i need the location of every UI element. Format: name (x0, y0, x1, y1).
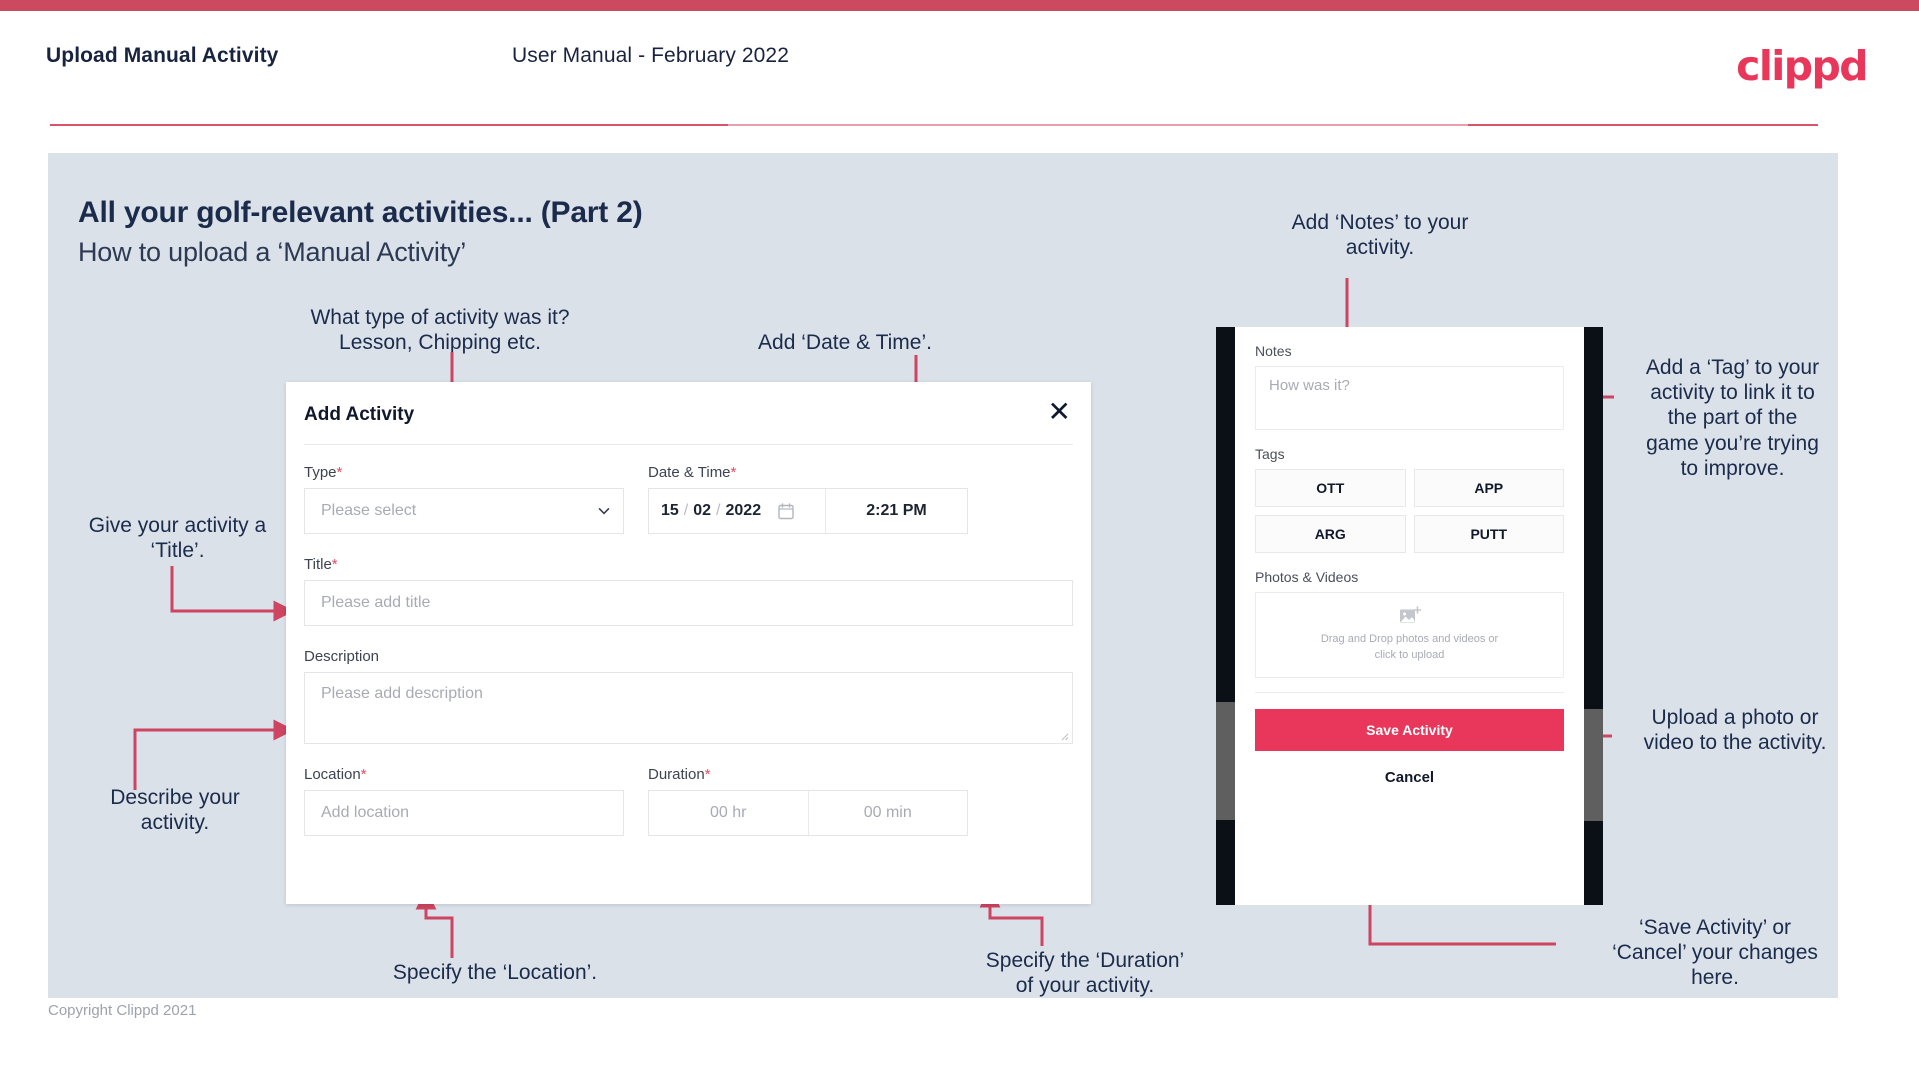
phone-notes-label: Notes (1255, 343, 1292, 359)
dialog-title: Add Activity (304, 404, 415, 425)
date-year[interactable]: 2022 (726, 502, 762, 520)
phone-button-left (1216, 702, 1235, 820)
field-description: Description Please add description (304, 648, 1073, 744)
required-marker-type: * (336, 464, 343, 481)
annotation-tags: Add a ‘Tag’ to your activity to link it … (1645, 356, 1820, 480)
phone-mockup: Notes How was it? Tags OTT APP ARG PUTT … (1216, 327, 1603, 905)
add-image-icon (1399, 606, 1421, 623)
field-type: Type* Please select (304, 464, 624, 534)
duration-control[interactable]: 00 hr 00 min (648, 790, 968, 836)
header-divider-light (728, 124, 1468, 126)
label-text-duration: Duration (648, 766, 705, 783)
add-activity-dialog: Add Activity ✕ Type* Please select Date … (286, 382, 1091, 904)
row-type-datetime: Type* Please select Date & Time* 15 / 02… (304, 464, 1073, 534)
dialog-header: Add Activity ✕ (286, 382, 1091, 444)
duration-minutes-input[interactable]: 00 min (807, 791, 968, 835)
phone-screen: Notes How was it? Tags OTT APP ARG PUTT … (1235, 327, 1584, 905)
label-text-location: Location (304, 766, 361, 783)
close-icon[interactable]: ✕ (1048, 398, 1071, 426)
annotation-datetime: Add ‘Date & Time’. (758, 331, 932, 354)
tag-button-arg[interactable]: ARG (1255, 515, 1406, 553)
required-marker-title: * (331, 556, 338, 573)
photo-dropzone[interactable]: Drag and Drop photos and videos or click… (1255, 592, 1564, 678)
tag-button-putt[interactable]: PUTT (1413, 515, 1564, 553)
annotation-type: What type of activity was it? Lesson, Ch… (310, 306, 570, 355)
slide-title: All your golf-relevant activities... (Pa… (78, 196, 643, 229)
phone-tags-label: Tags (1255, 446, 1285, 462)
required-marker-duration: * (704, 766, 711, 783)
cancel-button[interactable]: Cancel (1235, 769, 1584, 786)
dialog-body: Type* Please select Date & Time* 15 / 02… (304, 464, 1073, 836)
required-marker-datetime: * (730, 464, 737, 481)
phone-bezel-right (1584, 327, 1603, 905)
label-text-type: Type (304, 464, 337, 481)
label-text-description: Description (304, 648, 380, 665)
date-day[interactable]: 15 (661, 502, 679, 520)
annotation-photos: Upload a photo or video to the activity. (1643, 706, 1827, 755)
phone-notes-input[interactable]: How was it? (1255, 366, 1564, 430)
field-label-type: Type* (304, 464, 624, 481)
field-label-title: Title* (304, 556, 1073, 573)
copyright-text: Copyright Clippd 2021 (48, 1002, 197, 1019)
phone-button-right (1584, 709, 1603, 821)
field-label-duration: Duration* (648, 766, 968, 783)
annotation-location: Specify the ‘Location’. (392, 961, 598, 984)
phone-bezel-left (1216, 327, 1235, 905)
field-title: Title* Please add title (304, 556, 1073, 626)
phone-photos-label: Photos & Videos (1255, 569, 1359, 585)
slide-root: Upload Manual Activity User Manual - Feb… (0, 0, 1919, 1079)
resize-grip-icon[interactable] (1059, 731, 1069, 741)
annotation-save: ‘Save Activity’ or ‘Cancel’ your changes… (1612, 916, 1818, 990)
date-sep-2: / (716, 502, 721, 519)
dropzone-line-1: Drag and Drop photos and videos or (1320, 633, 1499, 646)
calendar-icon[interactable] (778, 502, 794, 520)
location-input[interactable]: Add location (304, 790, 624, 836)
required-marker-location: * (360, 766, 367, 783)
phone-content: Notes How was it? Tags OTT APP ARG PUTT … (1235, 327, 1584, 678)
tag-button-app[interactable]: APP (1413, 469, 1564, 507)
type-select-wrap[interactable]: Please select (304, 488, 624, 534)
label-text-title: Title (304, 556, 332, 573)
annotation-title: Give your activity a ‘Title’. (88, 514, 267, 563)
description-placeholder: Please add description (321, 685, 483, 702)
type-select[interactable]: Please select (304, 488, 624, 534)
datetime-control[interactable]: 15 / 02 / 2022 2:21 PM (648, 488, 968, 534)
field-label-location: Location* (304, 766, 624, 783)
slide-subtitle: How to upload a ‘Manual Activity’ (78, 237, 467, 267)
dropzone-text: Drag and Drop photos and videos or click… (1321, 632, 1498, 664)
label-text-datetime: Date & Time (648, 464, 731, 481)
duration-hours-input[interactable]: 00 hr (649, 791, 808, 835)
date-month[interactable]: 02 (693, 502, 711, 520)
field-label-datetime: Date & Time* (648, 464, 968, 481)
phone-tag-grid: OTT APP ARG PUTT (1255, 469, 1564, 553)
field-datetime: Date & Time* 15 / 02 / 2022 2:21 PM (648, 464, 968, 534)
time-input[interactable]: 2:21 PM (825, 489, 967, 533)
page-title: Upload Manual Activity (46, 44, 279, 67)
save-activity-button[interactable]: Save Activity (1255, 709, 1564, 751)
field-label-description: Description (304, 648, 1073, 665)
field-duration: Duration* 00 hr 00 min (648, 766, 968, 836)
annotation-description: Describe your activity. (110, 786, 240, 835)
page-subtitle: User Manual - February 2022 (512, 44, 789, 67)
row-location-duration: Location* Add location Duration* 00 hr 0… (304, 766, 1073, 836)
dialog-divider (304, 444, 1073, 445)
annotation-notes: Add ‘Notes’ to your activity. (1291, 211, 1469, 260)
phone-divider (1255, 692, 1564, 693)
top-accent-strip (0, 0, 1919, 11)
field-location: Location* Add location (304, 766, 624, 836)
dropzone-line-2: click to upload (1374, 649, 1445, 661)
annotation-duration: Specify the ‘Duration’ of your activity. (985, 949, 1185, 998)
description-textarea[interactable]: Please add description (304, 672, 1073, 744)
clippd-logo: clippd (1736, 42, 1868, 90)
tag-button-ott[interactable]: OTT (1255, 469, 1406, 507)
date-input[interactable]: 15 / 02 / 2022 (649, 489, 825, 533)
date-sep-1: / (683, 502, 689, 519)
title-input[interactable]: Please add title (304, 580, 1073, 626)
